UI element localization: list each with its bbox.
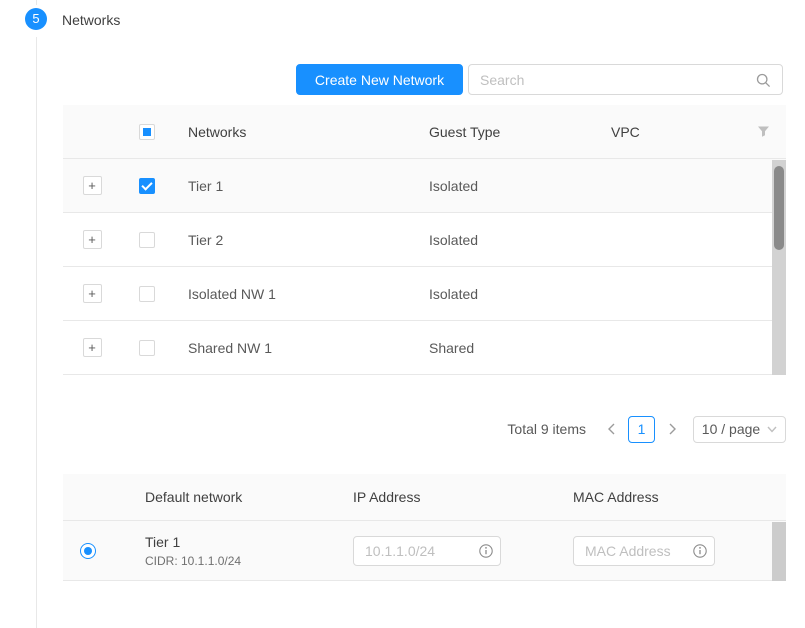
pagination-next-button[interactable] [661, 417, 683, 441]
select-all-checkbox[interactable] [139, 124, 155, 140]
search-input[interactable] [469, 65, 782, 94]
networks-table: Networks Guest Type VPC + Tier 1 Isolate… [63, 105, 786, 375]
row-checkbox[interactable] [139, 340, 155, 356]
pagination: Total 9 items 1 10 / page [507, 413, 786, 445]
page-size-select[interactable]: 10 / page [693, 416, 786, 443]
table-scrollbar-track[interactable] [772, 160, 786, 375]
info-icon[interactable] [693, 544, 707, 558]
chevron-left-icon [607, 423, 616, 435]
network-name: Tier 2 [172, 232, 413, 248]
table-scrollbar-thumb[interactable] [774, 166, 784, 250]
default-network-name: Tier 1 [145, 534, 241, 550]
create-new-network-button[interactable]: Create New Network [296, 64, 463, 95]
network-name: Tier 1 [172, 178, 413, 194]
filter-icon[interactable] [757, 125, 770, 138]
guest-type: Isolated [413, 178, 595, 194]
table-row[interactable]: + Tier 1 Isolated [63, 159, 786, 213]
column-header-default-network: Default network [129, 489, 337, 505]
table-row[interactable]: + Isolated NW 1 Isolated [63, 267, 786, 321]
step-number-badge: 5 [25, 8, 47, 30]
column-header-networks: Networks [172, 124, 413, 140]
search-icon[interactable] [756, 73, 771, 88]
chevron-right-icon [668, 423, 677, 435]
search-box[interactable] [468, 64, 783, 95]
expand-row-button[interactable]: + [83, 230, 102, 249]
table-row[interactable]: + Tier 2 Isolated [63, 213, 786, 267]
pagination-prev-button[interactable] [600, 417, 622, 441]
network-name: Isolated NW 1 [172, 286, 413, 302]
table-scrollbar-track[interactable] [772, 522, 786, 581]
default-network-table: Default network IP Address MAC Address T… [63, 474, 786, 581]
pagination-total: Total 9 items [507, 421, 586, 437]
column-header-mac-address: MAC Address [557, 489, 786, 505]
default-network-cidr: CIDR: 10.1.1.0/24 [145, 554, 241, 568]
filter-cell [740, 125, 786, 138]
networks-table-header: Networks Guest Type VPC [63, 105, 786, 159]
chevron-down-icon [767, 426, 777, 433]
step-connector-top [36, 0, 37, 5]
step-title: Networks [62, 12, 120, 28]
row-checkbox[interactable] [139, 232, 155, 248]
column-header-vpc: VPC [595, 124, 740, 140]
column-header-guest-type: Guest Type [413, 124, 595, 140]
guest-type: Shared [413, 340, 595, 356]
expand-row-button[interactable]: + [83, 284, 102, 303]
default-network-radio[interactable] [80, 543, 96, 559]
vm-wizard-networks-step: 5 Networks Create New Network Networks G… [0, 0, 805, 628]
info-icon[interactable] [479, 544, 493, 558]
select-all-cell [121, 124, 172, 140]
guest-type: Isolated [413, 232, 595, 248]
step-connector [36, 37, 37, 628]
column-header-ip-address: IP Address [337, 489, 557, 505]
expand-row-button[interactable]: + [83, 338, 102, 357]
default-network-row[interactable]: Tier 1 CIDR: 10.1.1.0/24 [63, 521, 786, 581]
expand-row-button[interactable]: + [83, 176, 102, 195]
row-checkbox[interactable] [139, 286, 155, 302]
table-row[interactable]: + Shared NW 1 Shared [63, 321, 786, 375]
network-name: Shared NW 1 [172, 340, 413, 356]
row-checkbox[interactable] [139, 178, 155, 194]
default-network-table-header: Default network IP Address MAC Address [63, 474, 786, 521]
page-size-value: 10 / page [702, 421, 760, 437]
pagination-page-1[interactable]: 1 [628, 416, 655, 443]
guest-type: Isolated [413, 286, 595, 302]
